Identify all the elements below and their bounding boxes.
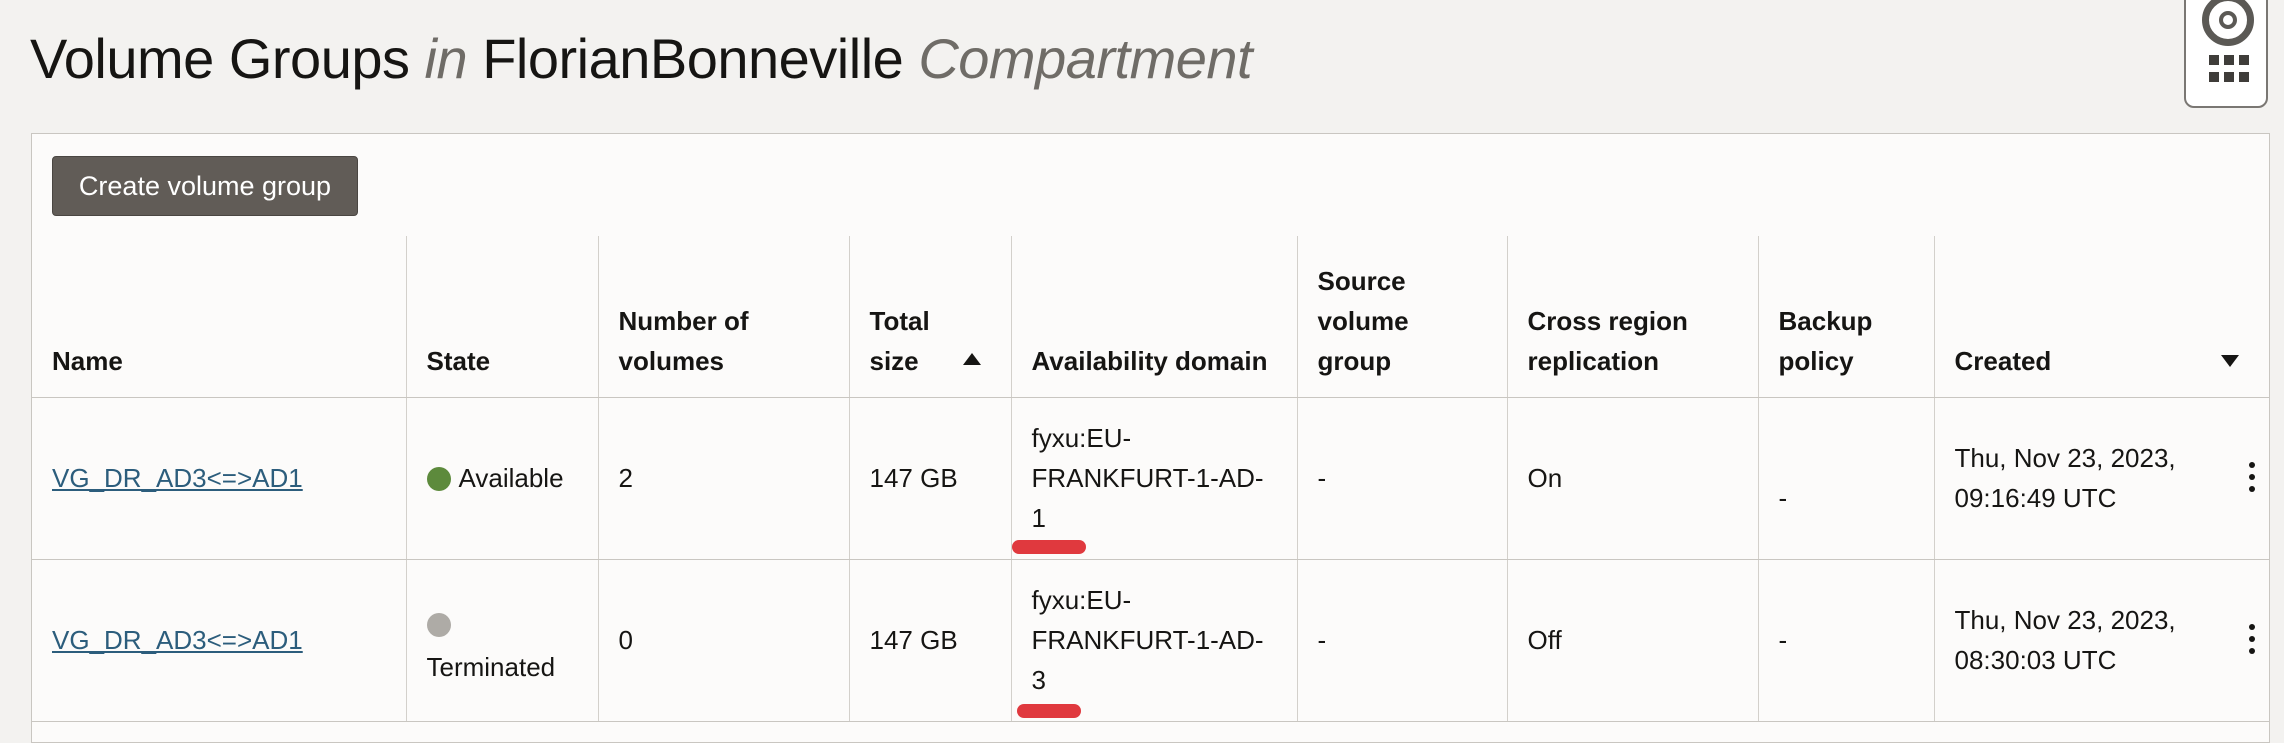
- volume-group-link[interactable]: VG_DR_AD3<=>AD1: [52, 625, 303, 655]
- column-header-cross-region-replication[interactable]: Cross region replication: [1506, 236, 1758, 398]
- cross-region-replication: Off: [1506, 559, 1758, 722]
- source-volume-group: -: [1296, 559, 1507, 722]
- availability-domain-cell: fyxu:EU- FRANKFURT-1-AD- 1: [1010, 397, 1297, 560]
- column-header-total-size[interactable]: Total size: [848, 236, 1011, 398]
- column-header-availability-domain[interactable]: Availability domain: [1010, 236, 1297, 398]
- compartment-label: Compartment: [918, 27, 1253, 90]
- column-header-state[interactable]: State: [405, 236, 598, 398]
- row-actions-kebab-icon[interactable]: [2249, 461, 2255, 492]
- apps-grid-icon[interactable]: [2209, 55, 2249, 83]
- create-volume-group-button[interactable]: Create volume group: [52, 156, 358, 216]
- annotation-underline: [1016, 703, 1081, 718]
- source-volume-group: -: [1296, 397, 1507, 560]
- state-cell: Available: [405, 397, 598, 560]
- table-row: VG_DR_AD3<=>AD1 Terminated 0 147 GB fyxu…: [32, 559, 2269, 722]
- table-header-row: Name State Number of volumes Total size …: [32, 236, 2269, 398]
- backup-policy: -: [1757, 397, 1934, 560]
- row-actions-kebab-icon[interactable]: [2249, 623, 2255, 654]
- table-row: VG_DR_AD3<=>AD1 Available 2 147 GB fyxu:…: [32, 397, 2269, 560]
- status-dot-icon: [426, 613, 451, 637]
- availability-domain-cell: fyxu:EU- FRANKFURT-1-AD- 3: [1010, 559, 1297, 722]
- state-cell: Terminated: [405, 559, 598, 722]
- volume-groups-table: Name State Number of volumes Total size …: [32, 236, 2269, 722]
- column-header-backup-policy[interactable]: Backup policy: [1757, 236, 1934, 398]
- volumes-count: 0: [597, 559, 849, 722]
- created-cell: Thu, Nov 23, 2023, 08:30:03 UTC: [1933, 559, 2269, 722]
- lifebuoy-icon[interactable]: [2202, 0, 2254, 46]
- title-text: Volume Groups: [30, 27, 410, 90]
- column-header-number-of-volumes[interactable]: Number of volumes: [597, 236, 849, 398]
- cross-region-replication: On: [1506, 397, 1758, 560]
- created-cell: Thu, Nov 23, 2023, 09:16:49 UTC: [1933, 397, 2269, 560]
- total-size: 147 GB: [848, 397, 1011, 560]
- volume-groups-panel: Create volume group Name State Number of…: [31, 133, 2270, 743]
- total-size: 147 GB: [848, 559, 1011, 722]
- volume-group-link[interactable]: VG_DR_AD3<=>AD1: [52, 463, 303, 493]
- volumes-count: 2: [597, 397, 849, 560]
- state-label: Terminated: [426, 652, 556, 682]
- sort-ascending-icon[interactable]: [962, 352, 981, 365]
- column-header-created[interactable]: Created: [1933, 236, 2269, 398]
- column-header-name[interactable]: Name: [32, 236, 406, 398]
- backup-policy: -: [1757, 559, 1934, 722]
- sort-descending-icon[interactable]: [2221, 354, 2239, 367]
- compartment-name: FlorianBonneville: [482, 27, 904, 90]
- help-widget[interactable]: [2184, 0, 2268, 108]
- state-label: Available: [458, 463, 564, 493]
- page-title: Volume Groups in FlorianBonneville Compa…: [30, 26, 1253, 91]
- status-dot-icon: [426, 467, 451, 491]
- column-header-source-volume-group[interactable]: Source volume group: [1296, 236, 1507, 398]
- title-in: in: [424, 27, 468, 90]
- annotation-underline: [1011, 539, 1086, 554]
